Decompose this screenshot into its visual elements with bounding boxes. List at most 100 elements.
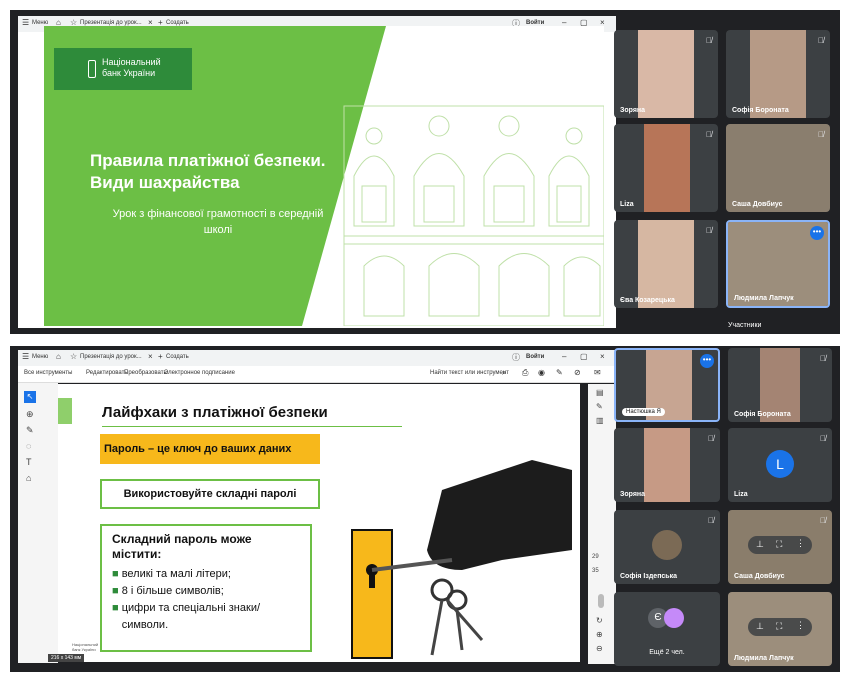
link-icon[interactable]: ⊘ xyxy=(574,368,581,377)
slide-title-line2: Види шахрайства xyxy=(90,173,240,192)
mic-off-icon: 🎙̸ xyxy=(706,226,712,235)
participant-video xyxy=(638,220,694,308)
refresh-icon[interactable]: ↻ xyxy=(596,616,603,625)
list-item-text: 8 і більше символів; xyxy=(121,585,224,597)
home-icon[interactable]: ⌂ xyxy=(56,352,61,361)
green-accent-bar xyxy=(58,398,72,424)
zoom-tool-icon[interactable]: ⊕ xyxy=(26,409,34,420)
text-tool-icon[interactable]: T xyxy=(26,457,32,467)
pin-icon[interactable]: ⊥ xyxy=(756,539,764,550)
tab-title[interactable]: Презентація до урок... xyxy=(80,354,142,360)
search-tools-input[interactable]: Найти текст или инструмент xyxy=(430,370,509,376)
lasso-tool-icon[interactable]: ◌ xyxy=(26,441,31,451)
participant-tile[interactable]: L 🎙̸ Liza xyxy=(728,428,832,502)
participant-tile[interactable]: ⊥ ⛶ ⋮ 🎙̸ Саша Довбиус xyxy=(728,510,832,584)
pen-tool-icon[interactable]: ✎ xyxy=(26,425,34,436)
help-icon[interactable]: ⓘ xyxy=(512,352,520,363)
participant-name: Зоряна xyxy=(620,107,646,114)
participant-tile[interactable]: 🎙̸ Софія Іздепська xyxy=(614,510,720,584)
more-options-icon[interactable]: ⋮ xyxy=(796,538,805,549)
right-tool-strip: ▤ ✎ ▥ 29 35 ↻ ⊕ ⊖ xyxy=(588,384,616,664)
top-meet-window: ☰ Меню ⌂ ☆ Презентація до урок... × + Со… xyxy=(10,10,840,334)
mic-off-icon: 🎙̸ xyxy=(708,516,714,525)
footer-bank-logo: Національний банк України xyxy=(72,642,98,652)
participant-tile[interactable]: 🎙̸ Зоряна xyxy=(614,428,720,502)
select-tool-icon[interactable]: ↖ xyxy=(24,391,36,403)
menu-icon[interactable]: ☰ xyxy=(22,18,29,27)
bookmark-icon[interactable]: ▤ xyxy=(596,388,604,397)
new-tab-icon[interactable]: + xyxy=(158,352,163,361)
participant-tile-active[interactable]: ••• Настюшка Я xyxy=(614,348,720,422)
participant-name: Софія Бороната xyxy=(734,411,791,418)
mic-off-icon: 🎙̸ xyxy=(820,516,826,525)
pages-icon[interactable]: ▥ xyxy=(596,416,604,425)
slide-title: Лайфхаки з платіжної безпеки xyxy=(102,404,328,421)
more-options-icon[interactable]: ⋮ xyxy=(796,620,805,631)
participant-tile[interactable]: 🎙̸ Єва Козарецька xyxy=(614,220,718,308)
bank-facade-illustration xyxy=(343,105,604,326)
participants-label[interactable]: Участники xyxy=(728,322,761,329)
participant-tile-active[interactable]: ••• Людмила Лапчук xyxy=(726,220,830,308)
maximize-icon[interactable]: ▢ xyxy=(580,352,588,361)
participant-name: Софія Бороната xyxy=(732,107,789,114)
all-tools-button[interactable]: Все инструменты xyxy=(24,370,72,376)
participant-tile[interactable]: 🎙̸ Liza xyxy=(614,124,718,212)
tool-strip: ↖ ⊕ ✎ ◌ T ⌂ xyxy=(18,383,58,663)
requirements-title-line1: Складний пароль може xyxy=(112,532,252,546)
minimize-icon[interactable]: – xyxy=(562,352,566,361)
menu-label[interactable]: Меню xyxy=(32,354,48,360)
page-size-readout: 216 x 143 мм xyxy=(48,654,85,662)
scrollbar-thumb[interactable] xyxy=(598,594,604,608)
esign-button[interactable]: Электронное подписание xyxy=(164,370,235,376)
participant-video xyxy=(644,428,690,502)
star-icon[interactable]: ☆ xyxy=(70,352,77,361)
participant-name: Настюшка Я xyxy=(622,408,665,416)
new-tab-label[interactable]: Создать xyxy=(166,354,189,360)
pdf-toolbar: Все инструменты Редактировать Преобразов… xyxy=(18,366,616,383)
participant-tile[interactable]: 🎙̸ Саша Довбиус xyxy=(726,124,830,212)
pin-icon[interactable]: ⊥ xyxy=(756,621,764,632)
password-requirements-box: Складний пароль може містити: ■ великі т… xyxy=(100,524,312,652)
convert-button[interactable]: Преобразовать xyxy=(124,370,167,376)
menu-icon[interactable]: ☰ xyxy=(22,352,29,361)
ai-icon[interactable]: ◉ xyxy=(538,368,545,377)
stamp-tool-icon[interactable]: ⌂ xyxy=(26,473,31,483)
participant-name: Liza xyxy=(620,201,634,208)
login-button[interactable]: Войти xyxy=(526,354,544,360)
participant-tile[interactable]: 🎙̸ Софія Бороната xyxy=(728,348,832,422)
avatar xyxy=(664,608,684,628)
avatar: L xyxy=(766,450,794,478)
more-options-icon[interactable]: ••• xyxy=(700,354,714,368)
more-options-icon[interactable]: ••• xyxy=(810,226,824,240)
participant-video xyxy=(726,124,830,212)
gloved-hand-with-keys-illustration xyxy=(351,460,572,659)
participant-tile-overflow[interactable]: Є Ещё 2 чел. xyxy=(614,592,720,666)
bank-name-line1: Національний xyxy=(102,57,161,67)
slide-subtitle: Урок з фінансової грамотності в середній… xyxy=(78,206,358,238)
participant-tile[interactable]: 🎙̸ Софія Бороната xyxy=(726,30,830,118)
list-item-text: цифри та спеціальні знаки/символи. xyxy=(121,602,261,631)
fullscreen-icon[interactable]: ⛶ xyxy=(776,621,782,632)
comment-panel-icon[interactable]: ✎ xyxy=(596,402,603,411)
print-icon[interactable]: ⎙ xyxy=(522,368,528,378)
zoom-out-icon[interactable]: ⊖ xyxy=(596,644,603,653)
close-tab-icon[interactable]: × xyxy=(148,352,153,361)
share-icon[interactable]: ✉ xyxy=(594,368,601,377)
participant-video xyxy=(750,30,806,118)
edit-button[interactable]: Редактировать xyxy=(86,370,127,376)
list-item: ■ цифри та спеціальні знаки/символи. xyxy=(112,600,300,634)
title-underline xyxy=(102,426,402,427)
participant-name: Зоряна xyxy=(620,491,646,498)
participant-tile[interactable]: ⊥ ⛶ ⋮ Людмила Лапчук xyxy=(728,592,832,666)
comment-icon[interactable]: ✎ xyxy=(556,368,563,377)
slide-title-line1: Правила платіжної безпеки. xyxy=(90,151,326,170)
footer-logo-line2: банк України xyxy=(72,647,96,652)
tile-hover-controls: ⊥ ⛶ ⋮ xyxy=(748,536,812,554)
participant-name: Liza xyxy=(734,491,748,498)
zoom-in-icon[interactable]: ⊕ xyxy=(596,630,603,639)
mic-off-icon: 🎙̸ xyxy=(818,36,824,45)
participant-tile[interactable]: 🎙̸ Зоряна xyxy=(614,30,718,118)
fullscreen-icon[interactable]: ⛶ xyxy=(776,539,782,550)
close-window-icon[interactable]: × xyxy=(600,352,605,361)
search-icon[interactable]: ⌕ xyxy=(502,368,506,378)
